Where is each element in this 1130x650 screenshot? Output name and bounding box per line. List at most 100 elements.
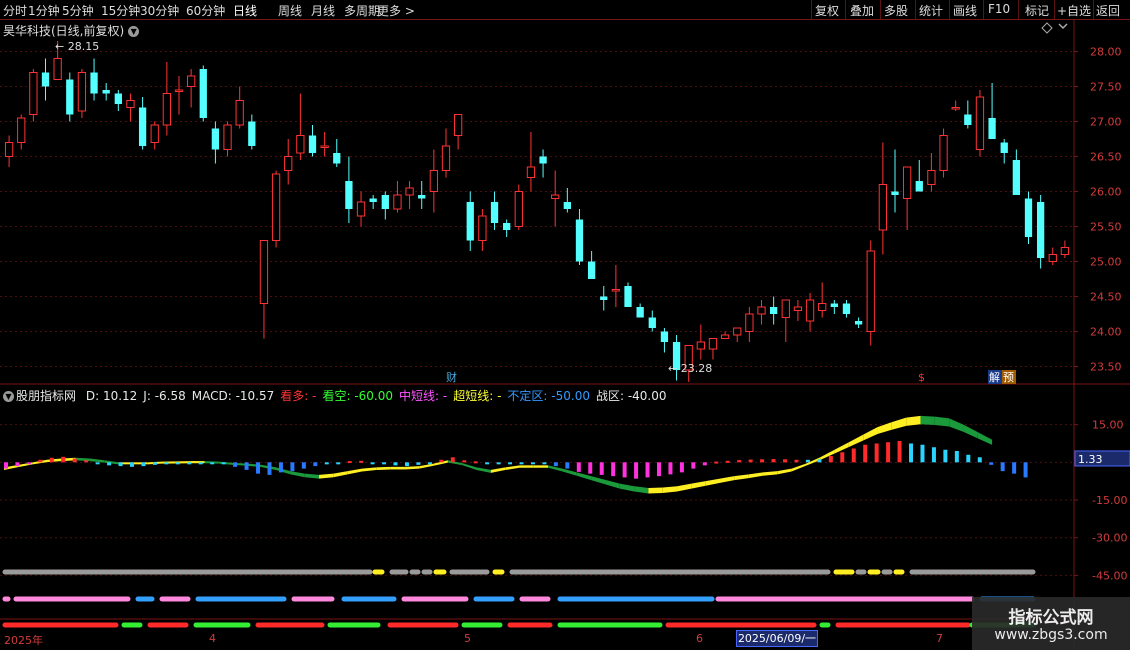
macd-bar: [542, 462, 547, 465]
macd-bar: [909, 443, 914, 463]
candle-body: [526, 166, 536, 178]
macd-bar: [175, 462, 180, 465]
candle-body: [114, 93, 122, 104]
candle-body: [648, 317, 656, 328]
candle-body: [1048, 254, 1057, 262]
macd-bar: [450, 457, 455, 463]
trend-band-segment: [89, 458, 105, 463]
macd-bar: [725, 460, 730, 463]
candle-body: [551, 194, 560, 199]
candle-body: [174, 89, 184, 92]
current-value-label: 1.33: [1078, 453, 1103, 466]
macd-bar: [760, 459, 765, 463]
candle-body: [29, 72, 38, 115]
candle-body: [600, 296, 608, 300]
macd-bar: [404, 462, 409, 467]
macd-bar: [943, 449, 948, 463]
candle-body: [345, 181, 353, 209]
candle-body: [381, 195, 389, 209]
candle-body: [478, 215, 487, 241]
candle-body: [77, 72, 87, 112]
macd-bar: [783, 459, 788, 463]
candle-body: [514, 191, 523, 227]
trend-band-segment: [290, 471, 305, 478]
macd-bar: [851, 448, 856, 463]
trend-band-segment: [691, 481, 706, 489]
candle-body: [951, 107, 960, 110]
trend-band-segment: [705, 478, 720, 486]
candle-body: [186, 75, 196, 87]
trend-band-segment: [161, 461, 176, 464]
trend-band-segment: [891, 417, 907, 430]
macd-bar: [462, 460, 467, 463]
macd-bar: [634, 462, 639, 479]
trend-band-segment: [591, 476, 606, 485]
candle-body: [927, 170, 936, 185]
macd-bar: [256, 462, 261, 474]
cursor-date-box: 2025/06/09/一: [736, 630, 818, 647]
candle-body: [624, 286, 632, 307]
unlock-marker: 解: [989, 370, 1000, 384]
macd-bar: [439, 459, 444, 463]
macd-bar: [198, 462, 203, 465]
candle-body: [466, 202, 474, 241]
trend-band-segment: [734, 474, 749, 481]
macd-bar: [382, 462, 387, 465]
macd-bar: [359, 460, 364, 463]
macd-bar: [576, 462, 581, 472]
macd-bar: [107, 462, 112, 466]
candle-body: [1036, 202, 1045, 258]
macd-bar: [416, 462, 421, 465]
trend-band-segment: [777, 468, 792, 475]
trend-band-segment: [662, 486, 678, 493]
candle-body: [369, 198, 377, 202]
candle-body: [939, 135, 948, 171]
trend-band-segment: [748, 472, 763, 479]
candle-body: [757, 306, 766, 315]
candle-body: [199, 69, 207, 118]
candle-body: [41, 72, 50, 87]
price-tick-label: 27.50: [1090, 81, 1122, 94]
stock-chart[interactable]: 28.00 27.50 27.00 26.50 26.00 25.50 25.00 24.50…: [0, 0, 1130, 650]
candle-body: [490, 202, 499, 223]
candle-body: [1024, 198, 1033, 237]
candle-body: [356, 201, 366, 217]
macd-bar: [530, 462, 535, 465]
macd-bar: [49, 457, 54, 463]
price-tick-label: 26.50: [1090, 151, 1122, 164]
trend-band-segment: [920, 415, 935, 425]
macd-bar: [622, 462, 627, 478]
candle-body: [271, 173, 281, 241]
trend-band-segment: [548, 465, 563, 472]
trend-band-segment: [648, 487, 663, 494]
trend-band-segment: [562, 468, 577, 476]
candle-body: [842, 303, 851, 314]
trend-band-segment: [963, 424, 978, 439]
high-annotation: ← 28.15: [55, 40, 99, 53]
candle-body: [405, 187, 414, 196]
low-annotation: ← 23.28: [668, 362, 712, 375]
candle-body: [878, 184, 888, 231]
trend-band-segment: [877, 422, 892, 435]
forecast-marker: 预: [1003, 371, 1014, 384]
candle-body: [660, 331, 669, 342]
macd-bar: [393, 462, 398, 466]
candle-body: [248, 121, 256, 146]
macd-bar: [886, 442, 891, 463]
indicator-tick-label: -30.00: [1092, 532, 1127, 545]
macd-bar: [313, 462, 318, 467]
candle-body: [745, 313, 754, 332]
macd-bar: [920, 444, 925, 463]
trend-band-segment: [634, 486, 649, 494]
macd-bar: [244, 462, 249, 470]
date-label-year: 2025年: [4, 634, 43, 647]
dividend-marker: $: [918, 371, 925, 384]
macd-bar: [874, 443, 879, 463]
trend-band-segment: [791, 463, 806, 472]
candle-body: [891, 191, 899, 195]
macd-bar: [611, 462, 616, 477]
macd-bar: [817, 459, 822, 463]
trend-band-segment: [447, 460, 463, 466]
trend-band-segment: [276, 467, 291, 475]
candle-body: [854, 321, 863, 325]
